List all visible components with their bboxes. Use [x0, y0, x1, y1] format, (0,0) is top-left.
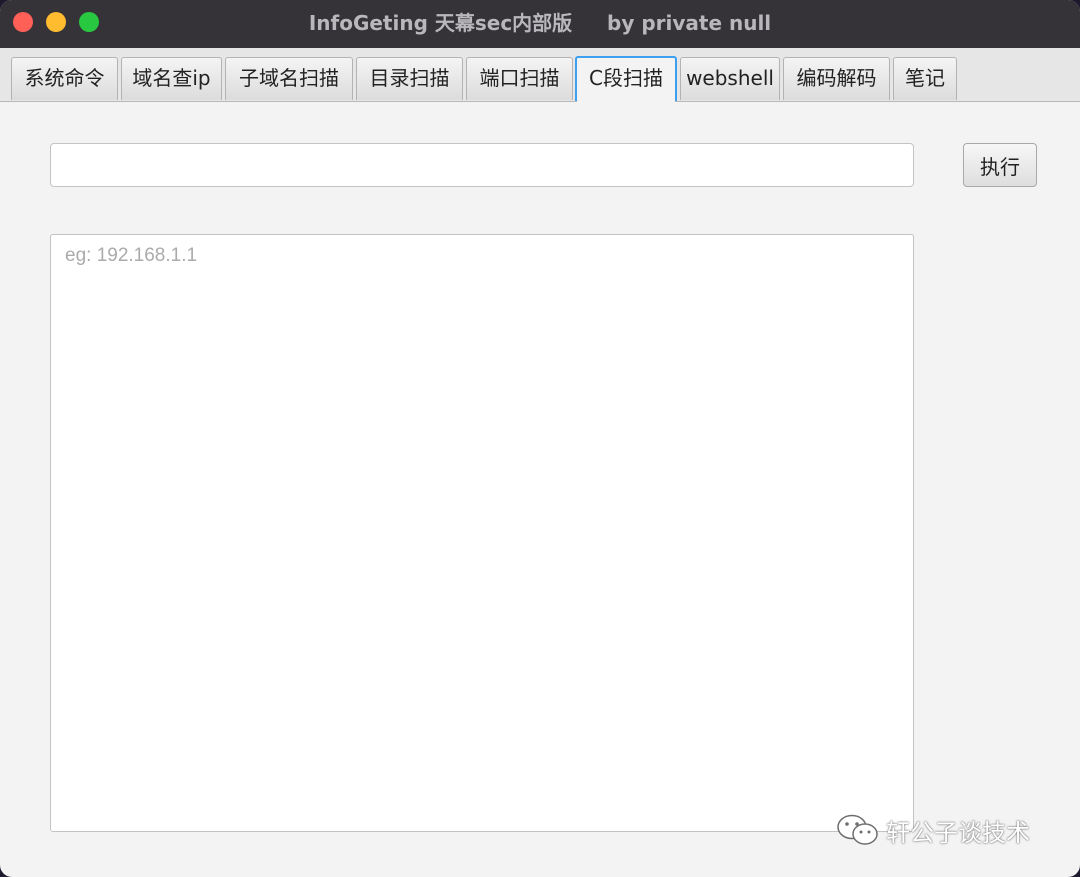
window-title: InfoGeting 天幕sec内部版 by private null — [308, 11, 772, 35]
tab-bar: 系统命令 域名查ip 子域名扫描 目录扫描 端口扫描 C段扫描 webshell… — [0, 48, 1080, 103]
tab-subdomain-scan[interactable]: 子域名扫描 — [225, 57, 353, 100]
tab-port-scan[interactable]: 端口扫描 — [466, 57, 573, 100]
title-bar[interactable]: InfoGeting 天幕sec内部版 by private null — [0, 0, 1080, 48]
tab-domain-to-ip[interactable]: 域名查ip — [121, 57, 222, 100]
tab-webshell[interactable]: webshell — [680, 57, 780, 100]
tab-encode-decode[interactable]: 编码解码 — [783, 57, 890, 100]
execute-button[interactable]: 执行 — [963, 143, 1037, 187]
tab-notes[interactable]: 笔记 — [893, 57, 957, 100]
result-textarea[interactable] — [50, 234, 914, 832]
target-input[interactable] — [50, 143, 914, 187]
app-window: InfoGeting 天幕sec内部版 by private null 系统命令… — [0, 0, 1080, 877]
tab-c-segment-scan[interactable]: C段扫描 — [575, 56, 677, 103]
tab-directory-scan[interactable]: 目录扫描 — [356, 57, 463, 100]
tab-system-command[interactable]: 系统命令 — [11, 57, 118, 100]
wechat-icon — [837, 814, 878, 845]
watermark-text: 轩公子谈技术 — [886, 818, 1030, 847]
watermark: 轩公子谈技术 — [836, 810, 1030, 850]
